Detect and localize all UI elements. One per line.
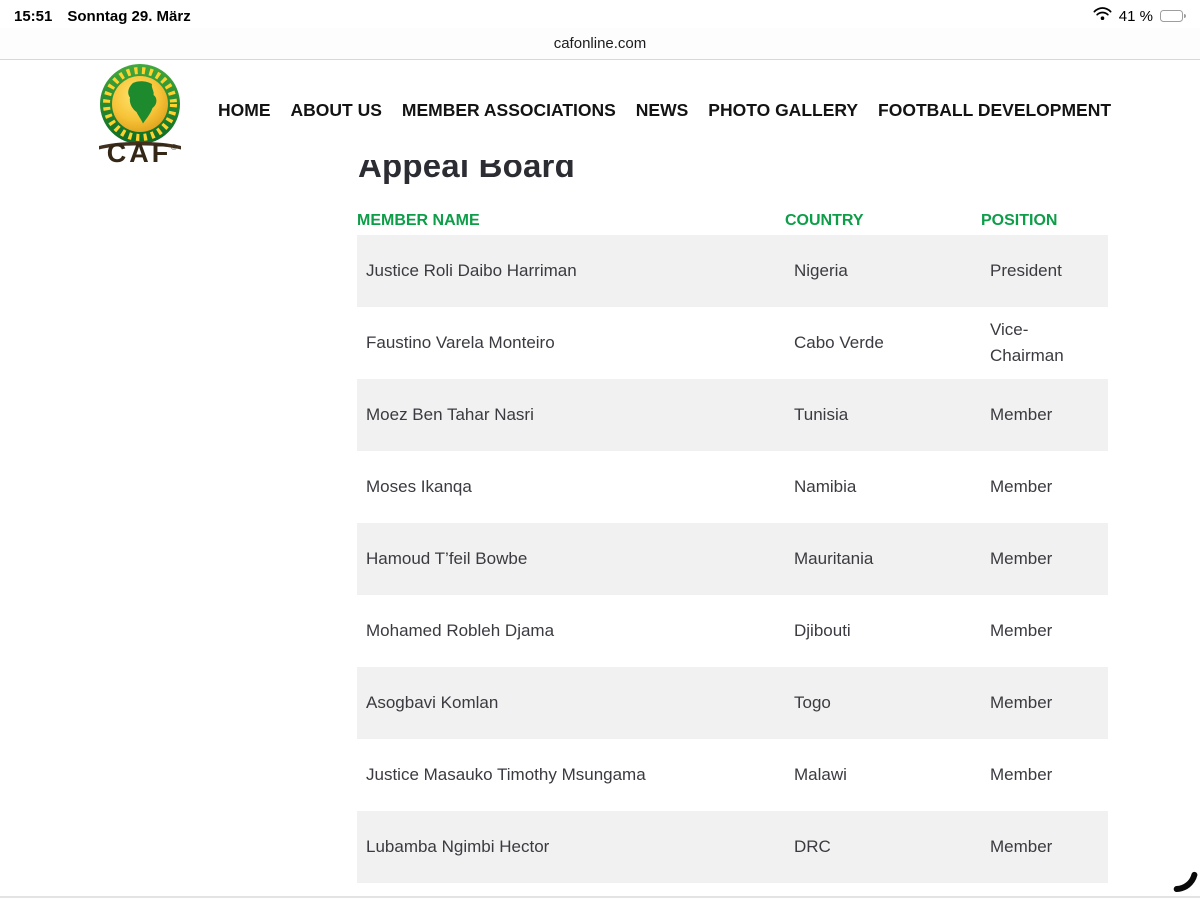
cell-country: DRC xyxy=(785,834,981,860)
cell-position: Member xyxy=(981,546,1108,572)
nav-item-news[interactable]: NEWS xyxy=(636,100,689,121)
table-header-row: MEMBER NAME COUNTRY POSITION xyxy=(357,207,1108,235)
cell-name: Justice Roli Daibo Harriman xyxy=(357,258,785,284)
cell-country: Djibouti xyxy=(785,618,981,644)
table-row: Moez Ben Tahar NasriTunisiaMember xyxy=(357,379,1108,451)
column-header-position: POSITION xyxy=(981,212,1108,230)
cell-position: Member xyxy=(981,834,1108,860)
cell-name: Lubamba Ngimbi Hector xyxy=(357,834,785,860)
cell-position: Member xyxy=(981,762,1108,788)
status-date: Sonntag 29. März xyxy=(67,8,190,25)
table-row: Moses IkanqaNamibiaMember xyxy=(357,451,1108,523)
page-content: Appeal Board MEMBER NAME COUNTRY POSITIO… xyxy=(0,160,1200,900)
cell-country: Namibia xyxy=(785,474,981,500)
cell-country: Nigeria xyxy=(785,258,981,284)
browser-url-bar[interactable]: cafonline.com xyxy=(0,28,1200,60)
nav-item-photo-gallery[interactable]: PHOTO GALLERY xyxy=(708,100,858,121)
nav-item-about-us[interactable]: ABOUT US xyxy=(291,100,382,121)
table-row: Faustino Varela MonteiroCabo VerdeVice-C… xyxy=(357,307,1108,379)
cell-country: Mauritania xyxy=(785,546,981,572)
cell-position: Member xyxy=(981,618,1108,644)
cell-position: President xyxy=(981,258,1108,284)
status-bar: 15:51 Sonntag 29. März 41 % xyxy=(0,0,1200,28)
table-row: Asogbavi KomlanTogoMember xyxy=(357,667,1108,739)
status-right: 41 % xyxy=(1093,7,1186,25)
cell-country: Malawi xyxy=(785,762,981,788)
cell-name: Asogbavi Komlan xyxy=(357,690,785,716)
main-nav: HOME ABOUT US MEMBER ASSOCIATIONS NEWS PHOTO… xyxy=(218,60,1111,160)
cell-position: Member xyxy=(981,474,1108,500)
cell-country: Cabo Verde xyxy=(785,330,981,356)
table-row: Justice Masauko Timothy MsungamaMalawiMe… xyxy=(357,739,1108,811)
column-header-member-name: MEMBER NAME xyxy=(357,212,785,230)
table-row: Justice Roli Daibo HarrimanNigeriaPresid… xyxy=(357,235,1108,307)
logo-wordmark: CAF xyxy=(107,138,172,164)
table-body: Justice Roli Daibo HarrimanNigeriaPresid… xyxy=(357,235,1108,883)
cell-position: Member xyxy=(981,402,1108,428)
battery-percent-label: 41 % xyxy=(1119,8,1153,25)
nav-item-home[interactable]: HOME xyxy=(218,100,271,121)
cell-country: Togo xyxy=(785,690,981,716)
table-row: Lubamba Ngimbi HectorDRCMember xyxy=(357,811,1108,883)
site-header: CAF ® HOMEABOUT USMEMBER ASSOCIATIONSNEW… xyxy=(0,60,1200,160)
cell-name: Moses Ikanqa xyxy=(357,474,785,500)
cell-position: Vice-Chairman xyxy=(981,317,1108,369)
battery-icon xyxy=(1160,10,1186,22)
appeal-board-table: MEMBER NAME COUNTRY POSITION Justice Rol… xyxy=(357,207,1108,883)
cell-name: Hamoud T’feil Bowbe xyxy=(357,546,785,572)
cell-position: Member xyxy=(981,690,1108,716)
ipad-safari-screen: 15:51 Sonntag 29. März 41 % cafonline.co… xyxy=(0,0,1200,900)
url-text[interactable]: cafonline.com xyxy=(554,35,647,52)
logo-trademark: ® xyxy=(171,143,177,152)
nav-item-football-development[interactable]: FOOTBALL DEVELOPMENT xyxy=(878,100,1111,121)
cell-country: Tunisia xyxy=(785,402,981,428)
table-row: Mohamed Robleh DjamaDjiboutiMember xyxy=(357,595,1108,667)
table-row: Hamoud T’feil BowbeMauritaniaMember xyxy=(357,523,1108,595)
column-header-country: COUNTRY xyxy=(785,212,981,230)
footer-divider xyxy=(0,896,1200,898)
nav-item-member-associations[interactable]: MEMBER ASSOCIATIONS xyxy=(402,100,616,121)
cell-name: Mohamed Robleh Djama xyxy=(357,618,785,644)
loading-spinner-arc xyxy=(1150,848,1200,898)
cell-name: Justice Masauko Timothy Msungama xyxy=(357,762,785,788)
clock: 15:51 xyxy=(14,8,52,25)
cell-name: Moez Ben Tahar Nasri xyxy=(357,402,785,428)
page-title: Appeal Board xyxy=(358,160,1200,186)
wifi-icon xyxy=(1093,7,1112,25)
caf-logo[interactable]: CAF ® xyxy=(95,62,185,164)
status-left: 15:51 Sonntag 29. März xyxy=(14,8,191,25)
cell-name: Faustino Varela Monteiro xyxy=(357,330,785,356)
